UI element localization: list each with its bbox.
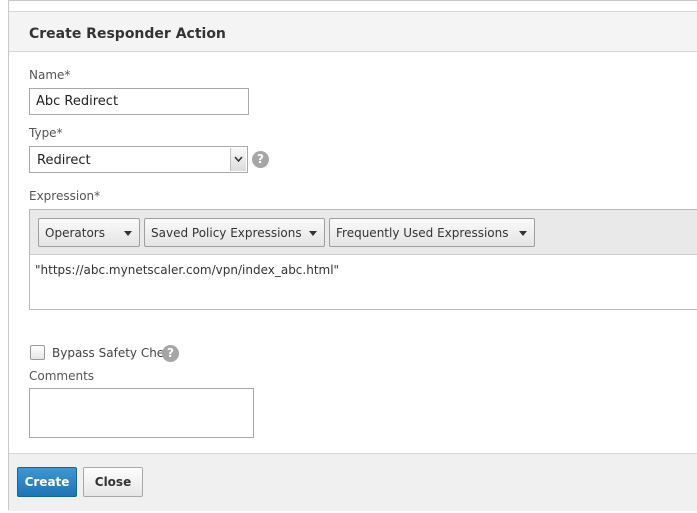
dialog-title: Create Responder Action	[29, 26, 226, 42]
type-label: Type*	[29, 126, 63, 140]
bypass-safety-check-checkbox[interactable]	[30, 345, 45, 360]
name-label: Name*	[29, 68, 71, 82]
bypass-safety-check-label: Bypass Safety Check	[52, 346, 178, 360]
expression-text[interactable]: "https://abc.mynetscaler.com/vpn/index_a…	[35, 263, 339, 277]
help-icon[interactable]: ?	[162, 345, 179, 362]
comments-label: Comments	[29, 369, 95, 383]
expression-label: Expression*	[29, 189, 101, 203]
type-select[interactable]: Redirect	[29, 146, 248, 173]
dialog-footer: Create Close	[9, 453, 697, 511]
expression-toolbar: Operators Saved Policy Expressions Frequ…	[30, 210, 697, 255]
saved-policy-expressions-dropdown[interactable]: Saved Policy Expressions	[144, 218, 325, 247]
saved-policy-expressions-label: Saved Policy Expressions	[151, 226, 302, 240]
frequently-used-expressions-label: Frequently Used Expressions	[336, 226, 509, 240]
frequently-used-expressions-dropdown[interactable]: Frequently Used Expressions	[329, 218, 535, 247]
close-button[interactable]: Close	[83, 467, 143, 497]
create-responder-action-dialog: Create Responder Action Name* Type* Redi…	[8, 0, 697, 511]
caret-down-icon	[124, 231, 132, 236]
name-input[interactable]	[29, 88, 249, 115]
expression-editor[interactable]: Operators Saved Policy Expressions Frequ…	[29, 209, 697, 310]
operators-dropdown[interactable]: Operators	[38, 218, 140, 247]
operators-dropdown-label: Operators	[45, 226, 105, 240]
chevron-down-icon	[234, 156, 243, 162]
type-select-value: Redirect	[37, 153, 91, 168]
create-button[interactable]: Create	[17, 467, 77, 497]
comments-textarea[interactable]	[29, 388, 254, 438]
help-icon[interactable]: ?	[252, 151, 269, 168]
dialog-header: Create Responder Action	[9, 11, 697, 52]
caret-down-icon	[519, 231, 527, 236]
caret-down-icon	[309, 231, 317, 236]
type-select-dropdown-button[interactable]	[230, 148, 246, 171]
